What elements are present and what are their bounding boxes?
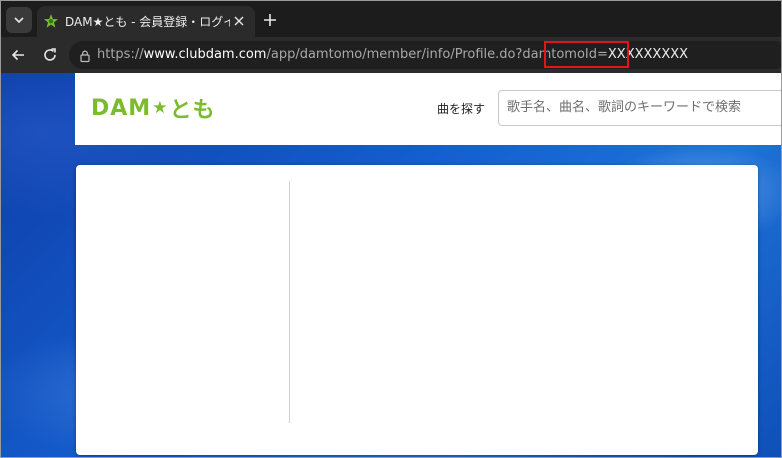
- highlight-box: [544, 41, 629, 68]
- reload-icon: [44, 48, 56, 61]
- logo-text-left: DAM: [91, 95, 152, 121]
- star-icon: ★: [152, 98, 169, 118]
- page-background: DAM ★ とも 曲を探す 歌手名、曲名、歌詞のキーワードで検索: [1, 73, 781, 457]
- back-button[interactable]: [8, 45, 28, 65]
- tab-search-button[interactable]: [6, 7, 32, 33]
- search-label: 曲を探す: [437, 102, 486, 116]
- close-tab-icon[interactable]: [231, 13, 247, 29]
- tab-title: DAM★とも - 会員登録・ログイン｜カラ: [65, 15, 230, 29]
- screenshot-frame: DAM★とも - 会員登録・ログイン｜カラ https://www.clubda…: [0, 0, 782, 458]
- profile-card: [76, 165, 758, 455]
- address-bar[interactable]: https://www.clubdam.com/app/damtomo/memb…: [69, 41, 781, 69]
- back-arrow-icon: [11, 49, 24, 61]
- site-info-icon[interactable]: [78, 48, 92, 63]
- chevron-down-icon: [14, 17, 24, 24]
- logo-text-right: とも: [169, 98, 216, 123]
- reload-button[interactable]: [40, 45, 60, 65]
- url-prefix: https://: [97, 47, 144, 62]
- browser-toolbar: https://www.clubdam.com/app/damtomo/memb…: [1, 37, 781, 73]
- site-header: DAM ★ とも 曲を探す 歌手名、曲名、歌詞のキーワードで検索: [75, 73, 781, 145]
- dam-tomo-favicon-icon: [43, 13, 59, 29]
- tab-strip: DAM★とも - 会員登録・ログイン｜カラ: [1, 1, 781, 37]
- url-host: www.clubdam.com: [143, 47, 267, 62]
- tab-active[interactable]: DAM★とも - 会員登録・ログイン｜カラ: [37, 6, 255, 37]
- new-tab-button[interactable]: [259, 9, 281, 31]
- card-divider: [289, 181, 290, 423]
- dam-tomo-logo[interactable]: DAM ★ とも: [91, 95, 215, 124]
- plus-icon: [264, 14, 276, 26]
- search-input[interactable]: 歌手名、曲名、歌詞のキーワードで検索: [498, 90, 781, 126]
